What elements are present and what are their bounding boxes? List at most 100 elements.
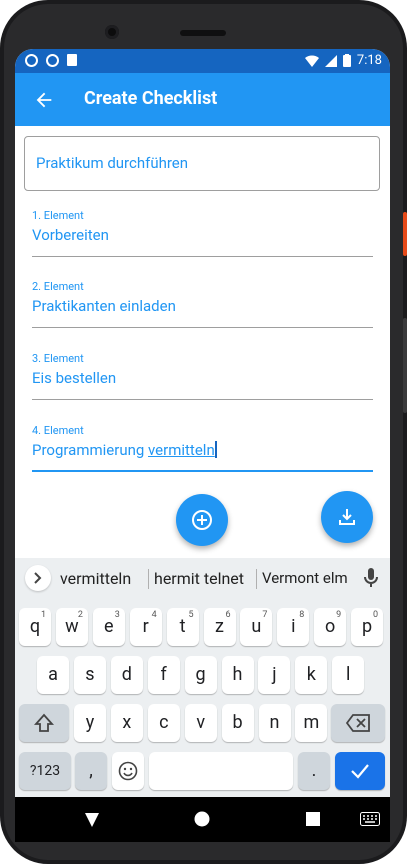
key-v[interactable]: v	[184, 704, 217, 742]
key-label: u	[251, 616, 262, 637]
suggestion-1[interactable]: vermitteln	[60, 569, 131, 588]
key-x[interactable]: x	[110, 704, 143, 742]
key-w[interactable]: w2	[55, 608, 88, 646]
record-icon	[46, 54, 59, 67]
key-d[interactable]: d	[110, 656, 143, 694]
key-g[interactable]: g	[184, 656, 217, 694]
element-3-field[interactable]: 3. Element Eis bestellen	[32, 352, 373, 400]
element-2-underline	[32, 327, 373, 328]
element-4-field[interactable]: 4. Element Programmierung vermitteln	[32, 424, 373, 472]
signal-icon	[324, 54, 337, 67]
element-3-value: Eis bestellen	[32, 369, 117, 387]
key-hint: 9	[336, 610, 342, 620]
earpiece-speaker	[180, 30, 226, 36]
key-label: n	[269, 712, 280, 733]
symbols-key[interactable]: ?123	[19, 752, 71, 790]
space-key[interactable]	[149, 752, 293, 790]
element-1-field[interactable]: 1. Element Vorbereiten	[32, 209, 373, 257]
microphone-icon[interactable]	[364, 568, 378, 588]
expand-toolbar-button[interactable]	[25, 565, 51, 591]
key-label: g	[195, 664, 206, 685]
backspace-icon	[345, 714, 370, 732]
key-a[interactable]: a	[37, 656, 69, 694]
back-arrow-icon[interactable]	[33, 89, 55, 111]
element-2-field[interactable]: 2. Element Praktikanten einladen	[32, 280, 373, 328]
key-label: j	[272, 664, 277, 685]
emoji-icon	[118, 761, 138, 781]
key-f[interactable]: f	[147, 656, 180, 694]
backspace-key[interactable]	[331, 704, 385, 742]
key-label: m	[303, 712, 320, 733]
add-element-button[interactable]	[176, 494, 228, 546]
key-h[interactable]: h	[221, 656, 254, 694]
key-r[interactable]: r4	[129, 608, 162, 646]
keyboard-switch-icon[interactable]	[360, 812, 380, 826]
key-i[interactable]: i8	[277, 608, 310, 646]
status-bar: 7:18	[15, 49, 390, 73]
key-hint: 1	[40, 610, 46, 620]
key-label: s	[85, 664, 95, 685]
status-time: 7:18	[356, 53, 382, 68]
key-z[interactable]: z6	[203, 608, 236, 646]
key-hint: 7	[262, 610, 268, 620]
key-t[interactable]: t5	[166, 608, 199, 646]
home-circle-icon[interactable]	[194, 811, 210, 827]
key-hint: 4	[151, 610, 157, 620]
shift-key[interactable]	[19, 704, 69, 742]
key-n[interactable]: n	[258, 704, 291, 742]
key-s[interactable]: s	[73, 656, 106, 694]
suggestion-3[interactable]: Vermont elm	[262, 569, 348, 587]
app-bar: Create Checklist	[15, 73, 390, 126]
keyboard: vermitteln hermit telnet Vermont elm q1w…	[15, 558, 390, 797]
key-q[interactable]: q1	[19, 608, 51, 646]
notification-icons	[25, 54, 77, 67]
key-k[interactable]: k	[295, 656, 328, 694]
comma-key[interactable]: ,	[75, 752, 107, 790]
element-4-label: 4. Element	[32, 424, 84, 437]
done-key[interactable]	[335, 752, 385, 790]
checklist-title-value: Praktikum durchführen	[36, 154, 189, 172]
key-m[interactable]: m	[295, 704, 328, 742]
key-label: y	[85, 712, 95, 733]
recents-square-icon[interactable]	[306, 812, 320, 826]
element-3-label: 3. Element	[32, 352, 84, 365]
key-label: z	[215, 616, 224, 637]
suggestion-2[interactable]: hermit telnet	[154, 569, 244, 588]
element-2-value: Praktikanten einladen	[32, 297, 176, 315]
key-hint: 6	[225, 610, 231, 620]
period-key[interactable]: .	[298, 752, 330, 790]
key-b[interactable]: b	[221, 704, 254, 742]
element-4-text: Programmierung	[32, 441, 149, 459]
shift-icon	[33, 713, 55, 732]
key-l[interactable]: l	[332, 656, 365, 694]
add-circle-icon	[192, 510, 212, 530]
key-label: f	[160, 664, 167, 685]
key-j[interactable]: j	[258, 656, 291, 694]
checkmark-icon	[351, 764, 369, 779]
key-label: r	[142, 616, 149, 637]
key-u[interactable]: u7	[240, 608, 273, 646]
checklist-title-input[interactable]: Praktikum durchführen	[24, 136, 380, 191]
suggestion-strip: vermitteln hermit telnet Vermont elm	[15, 558, 390, 598]
suggestion-separator	[256, 569, 257, 589]
download-icon	[339, 509, 355, 525]
key-label: k	[306, 664, 316, 685]
sd-card-icon	[67, 54, 77, 66]
back-triangle-icon[interactable]	[84, 812, 100, 828]
key-e[interactable]: e3	[92, 608, 125, 646]
save-checklist-button[interactable]	[321, 491, 373, 543]
key-c[interactable]: c	[147, 704, 180, 742]
key-hint: 5	[188, 610, 194, 620]
key-o[interactable]: o9	[314, 608, 347, 646]
emoji-key[interactable]	[112, 752, 144, 790]
key-label: b	[232, 712, 243, 733]
battery-icon	[342, 54, 351, 67]
element-4-underline	[32, 470, 373, 472]
key-p[interactable]: p0	[351, 608, 384, 646]
key-y[interactable]: y	[74, 704, 106, 742]
element-4-value: Programmierung vermitteln	[32, 441, 373, 459]
phone-frame: 7:18 Create Checklist Praktikum durchfüh…	[0, 0, 407, 864]
play-icon	[25, 54, 38, 67]
suggestion-separator	[148, 569, 149, 589]
key-label: a	[48, 664, 58, 685]
